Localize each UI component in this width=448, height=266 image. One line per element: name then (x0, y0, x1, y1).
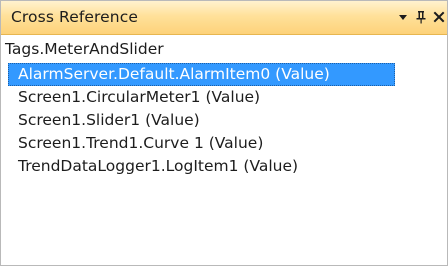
list-item[interactable]: AlarmServer.Default.AlarmItem0 (Value) (8, 63, 395, 86)
panel-title: Cross Reference (11, 8, 138, 26)
panel-titlebar[interactable]: Cross Reference (1, 1, 447, 35)
list-item[interactable]: Screen1.Trend1.Curve 1 (Value) (8, 132, 440, 155)
pin-icon[interactable] (413, 9, 429, 25)
list-item[interactable]: Screen1.CircularMeter1 (Value) (8, 86, 440, 109)
reference-list[interactable]: AlarmServer.Default.AlarmItem0 (Value) S… (8, 63, 440, 259)
list-item[interactable]: TrendDataLogger1.LogItem1 (Value) (8, 155, 440, 178)
cross-reference-panel: Cross Reference Tags.MeterAndSlider Alar… (0, 0, 448, 266)
list-item[interactable]: Screen1.Slider1 (Value) (8, 109, 440, 132)
close-icon[interactable] (431, 9, 447, 25)
chevron-down-icon[interactable] (395, 9, 411, 25)
source-tag-label: Tags.MeterAndSlider (5, 40, 164, 58)
